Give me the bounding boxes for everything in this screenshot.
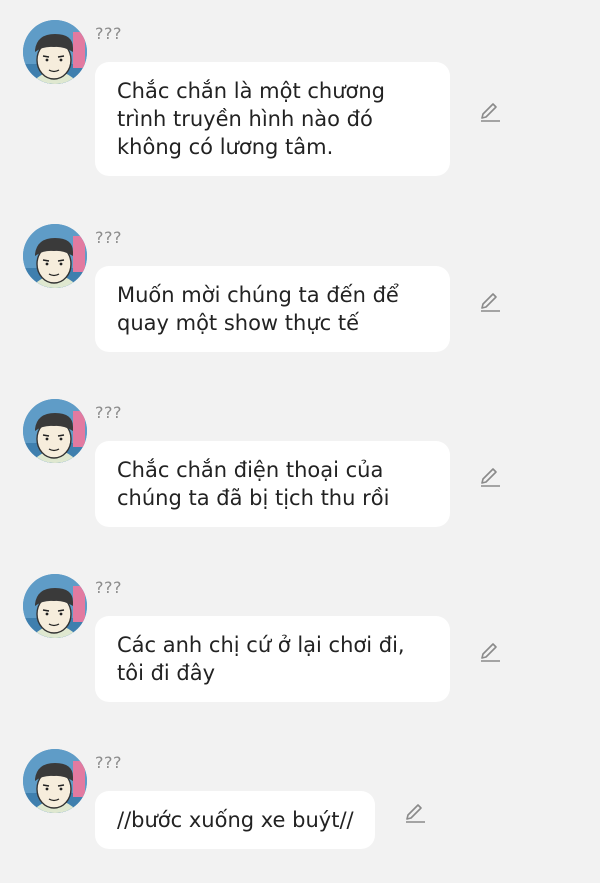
message-bubble: Chắc chắn là một chương trình truyền hìn… [95,62,450,176]
message-bubble: Chắc chắn điện thoại của chúng ta đã bị … [95,441,450,527]
avatar[interactable] [23,20,87,84]
message-bubble: //bước xuống xe buýt// [95,791,375,849]
pencil-edit-icon[interactable] [478,100,502,124]
avatar[interactable] [23,399,87,463]
pencil-edit-icon[interactable] [478,290,502,314]
sender-name: ??? [95,228,122,247]
pencil-edit-icon[interactable] [403,801,427,825]
avatar[interactable] [23,224,87,288]
pencil-edit-icon[interactable] [478,640,502,664]
message-bubble: Các anh chị cứ ở lại chơi đi, tôi đi đây [95,616,450,702]
sender-name: ??? [95,403,122,422]
avatar[interactable] [23,574,87,638]
avatar-image [23,224,87,288]
pencil-edit-icon[interactable] [478,465,502,489]
sender-name: ??? [95,753,122,772]
avatar-image [23,20,87,84]
avatar-image [23,574,87,638]
sender-name: ??? [95,578,122,597]
avatar-image [23,399,87,463]
avatar-image [23,749,87,813]
message-bubble: Muốn mời chúng ta đến để quay một show t… [95,266,450,352]
avatar[interactable] [23,749,87,813]
sender-name: ??? [95,24,122,43]
